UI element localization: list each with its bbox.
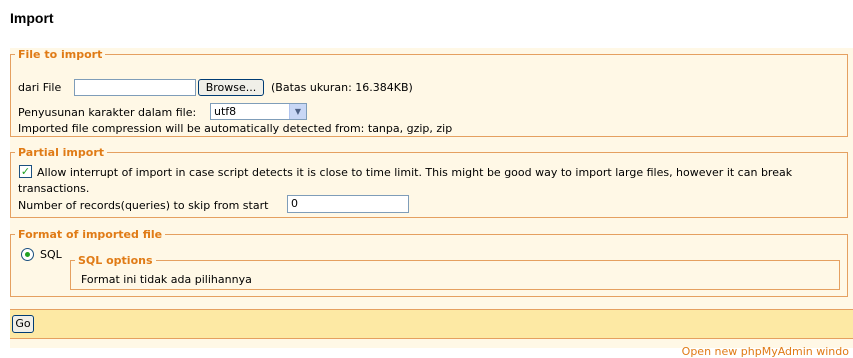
sql-options-text: Format ini tidak ada pilihannya xyxy=(81,273,252,286)
open-new-window-link[interactable]: Open new phpMyAdmin windo xyxy=(682,345,849,358)
sql-options-legend: SQL options xyxy=(78,254,153,267)
charset-label: Penyusunan karakter dalam file: xyxy=(18,106,197,119)
sql-radio[interactable] xyxy=(21,248,34,261)
allow-interrupt-label: Allow interrupt of import in case script… xyxy=(37,166,793,179)
import-page: Import File to import dari File Browse..… xyxy=(0,0,853,358)
file-to-import-legend: File to import xyxy=(18,48,103,61)
import-form: File to import dari File Browse... (Bata… xyxy=(10,48,853,348)
compression-note: Imported file compression will be automa… xyxy=(18,122,453,135)
skip-records-input[interactable]: 0 xyxy=(287,195,409,213)
charset-select[interactable]: utf8 ▼ xyxy=(210,103,307,120)
chevron-down-icon[interactable]: ▼ xyxy=(289,104,306,119)
file-path-input[interactable] xyxy=(74,79,196,96)
allow-interrupt-label-continued: transactions. xyxy=(18,182,90,195)
sql-radio-label: SQL xyxy=(40,248,62,261)
allow-interrupt-checkbox[interactable]: ✓ xyxy=(19,165,32,178)
size-limit-text: (Batas ukuran: 16.384KB) xyxy=(271,81,413,94)
browse-button[interactable]: Browse... xyxy=(198,79,264,96)
page-title: Import xyxy=(10,10,54,26)
partial-import-legend: Partial import xyxy=(18,146,105,159)
format-legend: Format of imported file xyxy=(18,228,163,241)
go-button[interactable]: Go xyxy=(12,315,34,333)
charset-select-value: utf8 xyxy=(214,105,237,118)
submit-bar: Go xyxy=(10,309,853,339)
radio-selected-dot xyxy=(25,252,30,257)
from-file-label: dari File xyxy=(18,81,62,94)
skip-records-label: Number of records(queries) to skip from … xyxy=(18,199,269,212)
